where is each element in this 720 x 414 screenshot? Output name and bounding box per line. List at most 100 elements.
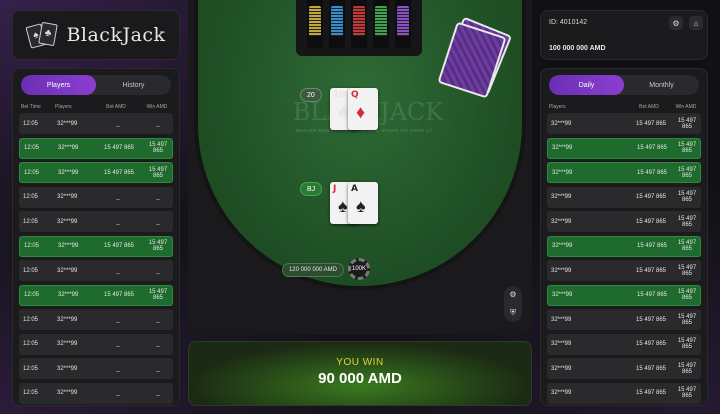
- row-win: 15 497 865: [677, 166, 697, 179]
- row-bet: 15 497 865: [635, 390, 667, 396]
- row-win: 15 497 865: [677, 264, 697, 277]
- row-time: 12:05: [23, 194, 39, 200]
- table-row: 12:05 32***99 15 497 865 15 497 865: [19, 284, 173, 306]
- row-win: 15 497 865: [148, 289, 168, 301]
- tab-daily[interactable]: Daily: [549, 75, 624, 95]
- table-row: 32***99 15 497 865 15 497 865: [547, 235, 701, 257]
- account-box: ID: 4010142 ⚙ ⌂ 100 000 000 AMD: [540, 10, 708, 60]
- header-players: Players: [549, 104, 566, 110]
- row-player: 32***99: [551, 218, 572, 225]
- row-bet: _: [116, 341, 120, 347]
- chip-stack: [395, 0, 411, 48]
- row-bet: 15 497 865: [635, 267, 667, 274]
- shield-icon[interactable]: ⛨: [510, 308, 516, 318]
- row-time: 12:05: [24, 292, 40, 298]
- row-player: 32***99: [551, 194, 572, 200]
- win-banner: YOU WIN 90 000 AMD: [188, 341, 532, 406]
- row-bet: 15 497 865: [636, 169, 668, 176]
- tab-monthly[interactable]: Monthly: [624, 75, 699, 95]
- row-time: 12:05: [23, 390, 39, 396]
- row-player: 32***99: [58, 169, 79, 176]
- bet-chip[interactable]: 100K: [348, 258, 370, 280]
- row-win: _: [156, 267, 160, 274]
- header-bet-time: Bet Time: [21, 104, 41, 110]
- logo: ♠ ♣ BlackJack: [12, 10, 180, 60]
- settings-button[interactable]: ⚙: [669, 16, 683, 30]
- row-win: 15 497 865: [148, 142, 168, 154]
- row-time: 12:05: [24, 169, 40, 176]
- home-icon: ⌂: [693, 18, 699, 28]
- row-player: 32***99: [551, 390, 572, 396]
- row-win: _: [156, 120, 160, 127]
- dealer-score: 20: [300, 88, 322, 102]
- table-row: 12:05 32***99 _ _: [19, 358, 173, 379]
- tab-history[interactable]: History: [96, 75, 171, 95]
- row-player: 32***99: [551, 316, 572, 323]
- table-row: 12:05 32***99 15 497 865 15 497 865: [19, 235, 173, 257]
- cards-logo-icon: ♠ ♣: [25, 21, 60, 49]
- chip-stack: [329, 0, 345, 48]
- players-table-rows: 12:05 32***99 _ _ 12:05 32***99 15 497 865 15 4…: [13, 113, 179, 404]
- row-win: 15 497 865: [677, 142, 697, 154]
- table-row: 32***99 15 497 865 15 497 865: [547, 186, 701, 208]
- row-player: 32***99: [57, 365, 78, 372]
- table-row: 32***99 15 497 865 15 497 865: [547, 333, 701, 355]
- row-bet: 15 497 865: [635, 120, 667, 127]
- blackjack-table: BLACKJACK DEALER MUST HIT SOFT 17 AND ST…: [188, 0, 532, 335]
- row-bet: _: [116, 218, 120, 225]
- row-player: 32***99: [551, 267, 572, 274]
- row-player: 32***99: [57, 194, 78, 200]
- row-win: _: [156, 390, 160, 396]
- table-row: 12:05 32***99 _ _: [19, 382, 173, 404]
- table-row: 12:05 32***99 _ _: [19, 309, 173, 330]
- side-controls: ⚙ ⛨: [504, 286, 522, 322]
- row-bet: _: [116, 267, 120, 274]
- row-bet: _: [116, 316, 120, 323]
- gear-icon: ⚙: [672, 18, 680, 28]
- win-title: YOU WIN: [336, 357, 384, 368]
- row-player: 32***99: [552, 169, 573, 176]
- settings-gear-icon[interactable]: ⚙: [509, 290, 516, 299]
- card-rank: 10: [333, 90, 346, 100]
- row-time: 12:05: [23, 316, 39, 323]
- row-time: 12:05: [24, 145, 40, 151]
- row-player: 32***99: [551, 341, 572, 347]
- chip-tray: [296, 0, 422, 56]
- home-button[interactable]: ⌂: [689, 16, 703, 30]
- row-bet: _: [116, 365, 120, 372]
- row-bet: 15 497 865: [635, 316, 667, 323]
- row-player: 32***99: [57, 120, 78, 127]
- header-bet: Bet AMD: [639, 104, 659, 110]
- table-row: 12:05 32***99 15 497 865 15 497 865: [19, 162, 173, 183]
- leaderboard-tabs: Daily Monthly: [549, 75, 699, 95]
- card-rank: J: [333, 184, 337, 194]
- chip-stack: [307, 0, 323, 48]
- row-player: 32***99: [57, 316, 78, 323]
- table-row: 12:05 32***99 _ _: [19, 113, 173, 134]
- row-bet: 15 497 865: [635, 365, 667, 372]
- chip-stack: [373, 0, 389, 48]
- card-suit: ♠: [338, 196, 348, 216]
- row-win: 15 497 865: [677, 313, 697, 326]
- row-bet: 15 497 865: [636, 292, 668, 298]
- row-player: 32***99: [551, 365, 572, 372]
- row-player: 32***99: [552, 292, 573, 298]
- row-win: 15 497 865: [677, 215, 697, 228]
- tab-players[interactable]: Players: [21, 75, 96, 95]
- row-bet: 15 497 865: [635, 194, 667, 200]
- row-player: 32***99: [57, 390, 78, 396]
- players-tabs: Players History: [21, 75, 171, 95]
- table-row: 32***99 15 497 865 15 497 865: [547, 284, 701, 306]
- row-win: _: [156, 218, 160, 225]
- row-player: 32***99: [58, 243, 79, 249]
- table-row: 32***99 15 497 865 15 497 865: [547, 137, 701, 159]
- card-rank: A: [351, 184, 358, 194]
- row-bet: 15 497 865: [636, 243, 668, 249]
- row-bet: 15 497 865: [635, 341, 667, 347]
- table-row: 32***99 15 497 865 15 497 865: [547, 211, 701, 232]
- row-player: 32***99: [552, 243, 573, 249]
- row-player: 32***99: [57, 218, 78, 225]
- table-row: 32***99 15 497 865 15 497 865: [547, 260, 701, 281]
- row-win: 15 497 865: [148, 166, 168, 179]
- row-bet: _: [116, 120, 120, 127]
